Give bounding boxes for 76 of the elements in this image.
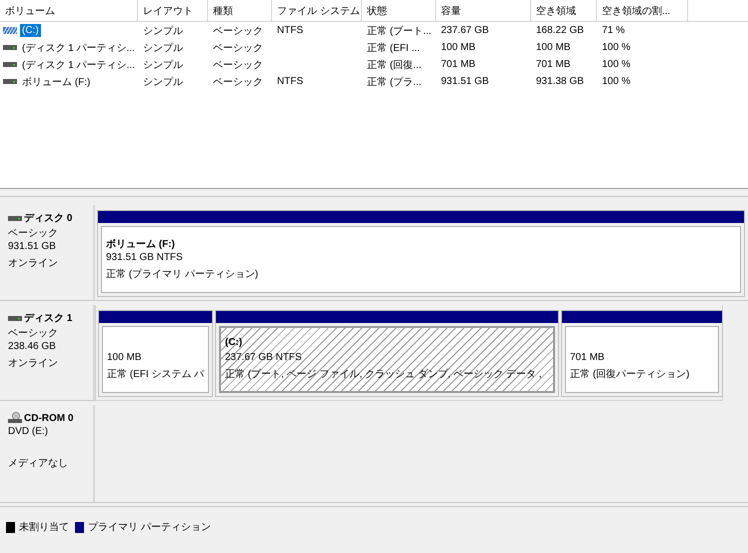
column-header[interactable]: レイアウト	[138, 0, 208, 22]
table-cell: 100 %	[602, 42, 630, 53]
table-cell-text: ベーシック	[213, 76, 263, 88]
disk-info: DVD (E:)	[8, 426, 48, 437]
partition-status: 正常 (ブート, ページ ファイル, クラッシュ ダンプ, ベーシック データ ,	[225, 369, 542, 380]
table-cell-text: ベーシック	[213, 58, 263, 72]
disk-label-panel[interactable]: ディスク 0 ベーシック 931.51 GB オンライン	[0, 205, 95, 301]
partition-size: 931.51 GB NTFS	[106, 252, 183, 263]
splitter[interactable]	[0, 188, 748, 197]
partition-block[interactable]: (C:) 237.67 GB NTFS 正常 (ブート, ページ ファイル, クラッシュ ダンプ, ベーシック データ ,	[215, 310, 559, 397]
table-cell-text: 正常 (ブート...	[367, 24, 432, 38]
disk-label-panel[interactable]: ディスク 1 ベーシック 238.46 GB オンライン	[0, 305, 95, 401]
table-cell: 100 %	[602, 76, 630, 87]
table-cell-text: ベーシック	[213, 42, 263, 54]
volume-name[interactable]: (ディスク 1 パーティシ...	[20, 56, 137, 72]
column-header[interactable]: 空き領域の割...	[597, 0, 688, 22]
disk-info: オンライン	[8, 258, 58, 269]
legend-label: プライマリ パーティション	[88, 520, 211, 534]
column-header[interactable]: 空き領域	[531, 0, 597, 22]
disk-info: 238.46 GB	[8, 341, 56, 352]
disk-info: 931.51 GB	[8, 241, 56, 252]
column-header[interactable]: 種類	[208, 0, 272, 22]
disk-info: オンライン	[8, 358, 58, 369]
table-cell-text: シンプル	[143, 76, 183, 88]
partition-size: 237.67 GB NTFS	[225, 352, 302, 363]
table-cell: NTFS	[277, 25, 304, 36]
disk-name: CD-ROM 0	[24, 412, 74, 424]
volume-name[interactable]: ボリューム (F:)	[20, 74, 92, 90]
table-cell-text: 正常 (EFI ...	[367, 42, 420, 54]
partition-block[interactable]: 701 MB 正常 (回復パーティション)	[561, 310, 723, 397]
partition-status: 正常 (EFI システム パ	[107, 369, 204, 380]
disk-label-panel[interactable]: CD-ROM 0 DVD (E:) メディアなし	[0, 405, 95, 503]
drive-icon	[3, 44, 17, 51]
partition-title: ボリューム (F:)	[106, 239, 175, 250]
volume-icon	[3, 27, 17, 34]
disk-name: ディスク 0	[24, 212, 72, 225]
table-cell: 100 MB	[441, 42, 476, 53]
table-cell: 168.22 GB	[536, 25, 584, 36]
table-cell-text: ベーシック	[213, 24, 263, 38]
table-cell: 931.38 GB	[536, 76, 584, 87]
column-header[interactable]: 状態	[362, 0, 436, 22]
table-cell: 71 %	[602, 25, 625, 36]
table-cell-text: 正常 (回復...	[367, 58, 422, 72]
disk-info: ベーシック	[8, 328, 58, 339]
disk-name: ディスク 1	[24, 312, 72, 325]
legend-label: 未割り当て	[19, 520, 69, 534]
volume-name[interactable]: (ディスク 1 パーティシ...	[20, 40, 137, 56]
drive-icon	[8, 314, 22, 322]
partition-block[interactable]: 100 MB 正常 (EFI システム パ	[98, 310, 213, 397]
table-cell-text: シンプル	[143, 42, 183, 54]
partition-block[interactable]: ボリューム (F:) 931.51 GB NTFS 正常 (プライマリ パーティション)	[97, 210, 745, 297]
table-cell-text: シンプル	[143, 58, 183, 72]
drive-icon	[3, 78, 17, 85]
table-cell: 100 %	[602, 59, 630, 70]
column-header[interactable]: 容量	[436, 0, 531, 22]
partition-title: (C:)	[225, 337, 242, 348]
table-cell-text: 正常 (プラ...	[367, 76, 422, 88]
table-cell: 931.51 GB	[441, 76, 489, 87]
drive-icon	[8, 214, 22, 222]
cd-drive-icon	[8, 412, 22, 424]
partition-status: 正常 (回復パーティション)	[570, 369, 690, 380]
column-header[interactable]: ファイル システム	[272, 0, 362, 22]
table-cell: 701 MB	[536, 59, 570, 70]
table-cell: 237.67 GB	[441, 25, 489, 36]
partition-status: 正常 (プライマリ パーティション)	[106, 269, 258, 280]
partition-size: 100 MB	[107, 352, 142, 363]
drive-icon	[3, 61, 17, 68]
table-cell: NTFS	[277, 76, 304, 87]
column-header[interactable]: ボリューム	[0, 0, 138, 22]
partition-size: 701 MB	[570, 352, 604, 363]
table-cell-text: シンプル	[143, 24, 183, 38]
table-cell: 100 MB	[536, 42, 570, 53]
disk-info: メディアなし	[8, 458, 68, 469]
disk-info: ベーシック	[8, 228, 58, 239]
table-cell: 701 MB	[441, 59, 476, 70]
volume-name[interactable]: (C:)	[20, 24, 41, 37]
